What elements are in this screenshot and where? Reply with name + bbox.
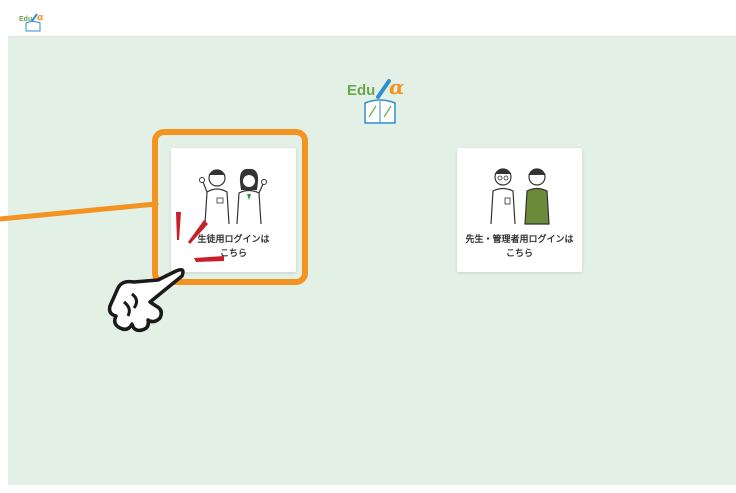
main-content-area: Edu α 生徒用ログインは こちら 先生・管理者用ログインは こちら (8, 37, 736, 485)
teacher-admin-login-card[interactable]: 先生・管理者用ログインは こちら (457, 148, 582, 272)
svg-text:α: α (37, 13, 44, 23)
student-login-label: 生徒用ログインは こちら (171, 233, 296, 261)
teacher-admin-login-line1: 先生・管理者用ログインは (465, 235, 574, 245)
teacher-admin-login-label: 先生・管理者用ログインは こちら (457, 233, 582, 261)
students-illustration-icon (199, 168, 267, 225)
student-login-card[interactable]: 生徒用ログインは こちら (171, 148, 296, 272)
student-login-line1: 生徒用ログインは (197, 235, 270, 245)
top-header-bar: Edu α (8, 8, 736, 37)
edu-alpha-logo-icon[interactable]: Edu α (18, 12, 46, 32)
student-login-line2: こちら (219, 249, 247, 259)
teacher-admin-login-line2: こちら (505, 249, 533, 259)
svg-text:α: α (389, 77, 404, 99)
edu-alpha-logo-icon: Edu α (347, 77, 404, 124)
teachers-illustration-icon (490, 168, 550, 225)
svg-text:Edu: Edu (347, 82, 375, 99)
